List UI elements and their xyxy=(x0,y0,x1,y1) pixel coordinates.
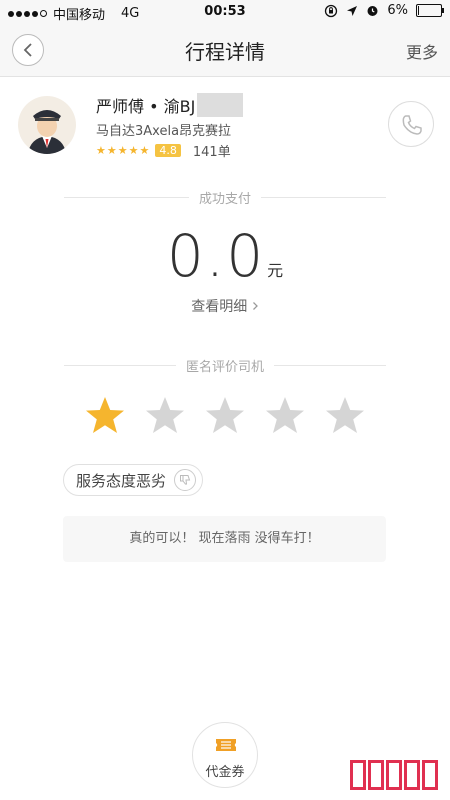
comment-text[interactable]: 真的可以！ 现在落雨 没得车打！ xyxy=(63,516,386,562)
rating-stars xyxy=(84,395,366,437)
rating-star-1[interactable] xyxy=(84,395,126,437)
payment-status-label: 成功支付 xyxy=(199,192,252,207)
driver-avatar xyxy=(18,96,76,154)
driver-order-count: 141单 xyxy=(192,145,231,160)
mini-star-icon: ★ xyxy=(106,143,117,157)
driver-name: 严师傅 • 渝BJ xyxy=(96,93,244,117)
plate-number-mask xyxy=(197,93,244,117)
rating-title: 匿名评价司机 xyxy=(186,360,265,375)
battery-icon xyxy=(416,4,444,17)
mini-star-icon: ★ xyxy=(96,143,106,157)
rating-star-3[interactable] xyxy=(204,395,246,437)
mini-star-icon: ★ xyxy=(117,143,128,157)
payment-amount: 0.0 元 xyxy=(0,222,450,290)
driver-rating-stars: ★ ★ ★ ★ ★ xyxy=(96,143,150,157)
driver-rating-badge: 4.8 xyxy=(155,144,181,157)
battery-percent: 6% xyxy=(387,3,408,18)
rating-star-4[interactable] xyxy=(264,395,306,437)
alarm-icon xyxy=(367,6,378,16)
voucher-ticket-icon xyxy=(216,739,236,751)
rating-star-2[interactable] xyxy=(144,395,186,437)
chevron-right-icon xyxy=(252,302,258,310)
driver-rating-row: ★ ★ ★ ★ ★ 4.8 141单 xyxy=(96,141,231,160)
status-bar: 中国移动 4G 00:53 6% xyxy=(0,0,450,24)
view-details-label: 查看明细 xyxy=(191,299,248,315)
thumbs-down-icon xyxy=(174,469,197,491)
amount-unit: 元 xyxy=(267,261,284,280)
phone-icon xyxy=(402,115,422,135)
location-arrow-icon xyxy=(347,5,358,16)
voucher-label: 代金券 xyxy=(205,765,245,780)
view-details-link[interactable]: 查看明细 xyxy=(0,296,450,316)
mini-star-icon: ★ xyxy=(128,143,139,157)
rating-tag-label: 服务态度恶劣 xyxy=(76,471,167,490)
amount-value: 0.0 xyxy=(166,222,266,290)
rating-star-5[interactable] xyxy=(324,395,366,437)
rotation-lock-icon xyxy=(325,4,338,17)
rating-tag-chip[interactable]: 服务态度恶劣 xyxy=(63,464,204,496)
rating-divider: 匿名评价司机 xyxy=(64,356,387,375)
call-driver-button[interactable] xyxy=(388,101,434,147)
mini-star-icon: ★ xyxy=(139,143,150,157)
payment-status-divider: 成功支付 xyxy=(64,188,387,207)
more-button[interactable]: 更多 xyxy=(406,39,438,63)
page-title: 行程详情 xyxy=(185,40,265,64)
watermark-logo xyxy=(350,760,438,790)
driver-name-text: 严师傅 • 渝BJ xyxy=(96,97,196,116)
voucher-button[interactable]: 代金券 xyxy=(192,722,258,788)
nav-bar: 行程详情 更多 xyxy=(0,24,450,77)
driver-car-model: 马自达3Axela昂克赛拉 xyxy=(96,124,232,139)
